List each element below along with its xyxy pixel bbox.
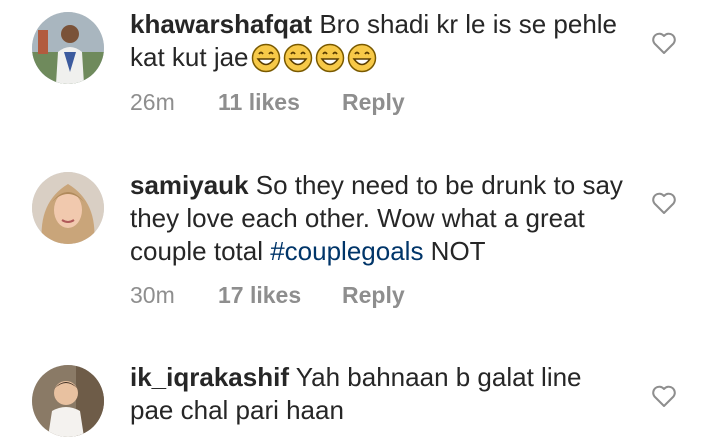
heart-outline-icon[interactable] [651, 31, 677, 55]
grinning-face-emoji [251, 43, 281, 73]
comment-username[interactable]: ik_iqrakashif [130, 362, 289, 392]
reply-button[interactable]: Reply [342, 282, 405, 309]
comment-text: khawarshafqat Bro shadi kr le is se pehl… [130, 8, 630, 74]
avatar-child-image [32, 365, 104, 437]
heart-outline-icon[interactable] [651, 191, 677, 215]
heart-outline-icon[interactable] [651, 384, 677, 408]
comment-username[interactable]: samiyauk [130, 170, 249, 200]
grinning-face-emoji [315, 43, 345, 73]
comment-likes[interactable]: 11 likes [218, 89, 342, 116]
reply-button[interactable]: Reply [342, 89, 405, 116]
comment-username[interactable]: khawarshafqat [130, 9, 312, 39]
hashtag-link[interactable]: #couplegoals [270, 236, 423, 266]
avatar-woman-image [32, 172, 104, 244]
grinning-face-emoji [283, 43, 313, 73]
avatar[interactable] [32, 12, 104, 84]
grinning-face-emoji [347, 43, 377, 73]
comment-time: 30m [130, 282, 175, 308]
comment-meta: 30m 17 likes Reply [130, 282, 405, 309]
avatar[interactable] [32, 365, 104, 437]
comment-text: samiyauk So they need to be drunk to say… [130, 169, 630, 268]
comment-text: ik_iqrakashif Yah bahnaan b galat line p… [130, 361, 630, 427]
avatar[interactable] [32, 172, 104, 244]
comment-meta: 26m 11 likes Reply [130, 89, 405, 116]
comment-body-end: NOT [423, 236, 486, 266]
comment-likes[interactable]: 17 likes [218, 282, 342, 309]
comment-time: 26m [130, 89, 175, 115]
avatar-man-outdoors-image [32, 12, 104, 84]
